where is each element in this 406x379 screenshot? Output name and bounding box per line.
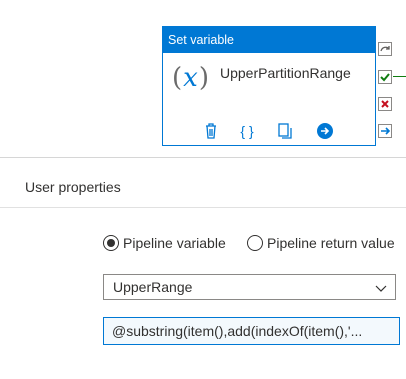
tab-user-properties[interactable]: User properties	[25, 179, 121, 195]
tab-divider	[0, 207, 406, 208]
code-icon[interactable]: { }	[237, 121, 257, 141]
set-variable-activity[interactable]: Set variable (x) UpperPartitionRange { }	[162, 26, 376, 146]
radio-checked-icon	[103, 235, 119, 251]
failure-icon[interactable]	[378, 97, 392, 111]
copy-icon[interactable]	[275, 121, 295, 141]
skip-icon[interactable]	[378, 42, 392, 56]
chevron-down-icon	[375, 281, 387, 293]
expression-text: @substring(item(),add(indexOf(item(),'..…	[112, 323, 363, 339]
navigate-icon[interactable]	[315, 121, 335, 141]
radio-unchecked-icon	[247, 235, 263, 251]
variable-icon: (x)	[172, 63, 210, 93]
variable-icon-letter: x	[183, 63, 199, 93]
properties-tabbar: User properties	[0, 158, 406, 206]
radio-label: Pipeline return value	[267, 235, 395, 251]
activity-actions: { }	[201, 121, 341, 141]
success-connector-line	[393, 76, 406, 77]
variable-name-dropdown[interactable]: UpperRange	[103, 274, 396, 300]
activity-name: UpperPartitionRange	[220, 65, 351, 81]
radio-label: Pipeline variable	[123, 235, 226, 251]
success-icon[interactable]	[378, 70, 392, 84]
radio-pipeline-return-value[interactable]: Pipeline return value	[247, 233, 395, 253]
radio-pipeline-variable[interactable]: Pipeline variable	[103, 233, 226, 253]
delete-icon[interactable]	[201, 121, 221, 141]
completion-icon[interactable]	[378, 124, 392, 138]
activity-header: Set variable	[163, 27, 375, 53]
value-expression-input[interactable]: @substring(item(),add(indexOf(item(),'..…	[103, 317, 400, 345]
dropdown-value: UpperRange	[113, 279, 193, 295]
